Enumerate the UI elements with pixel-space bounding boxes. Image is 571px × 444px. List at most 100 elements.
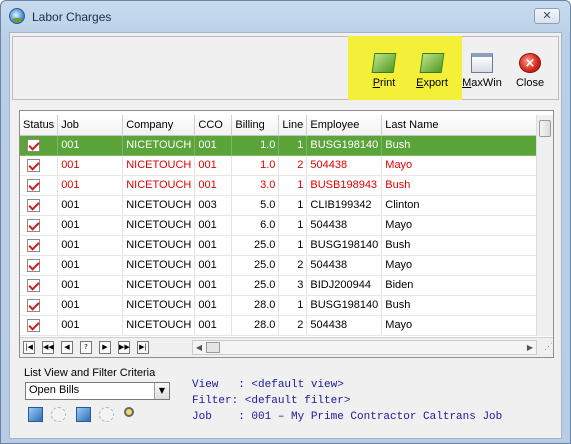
labor-charges-grid[interactable]: Status Job Company CCO Billing Line Employee La… — [19, 110, 554, 358]
employee-cell: BUSG198140 — [306, 135, 383, 156]
status-cell[interactable] — [20, 135, 59, 156]
employee-cell: BUSB198943 — [306, 175, 383, 196]
vertical-scrollbar[interactable] — [536, 115, 553, 336]
column-header-cco[interactable]: CCO — [194, 115, 233, 136]
last-name-cell: Biden — [381, 275, 549, 296]
column-header-company[interactable]: Company — [122, 115, 196, 136]
column-header-billing[interactable]: Billing — [231, 115, 280, 136]
last-name-cell: Mayo — [381, 215, 549, 236]
status-cell[interactable] — [20, 215, 59, 236]
employee-cell: BUSG198140 — [306, 235, 383, 256]
employee-cell: 504438 — [306, 215, 383, 236]
column-header-last-name[interactable]: Last Name — [381, 115, 549, 136]
company-cell: NICETOUCH — [122, 175, 196, 196]
column-header-employee[interactable]: Employee — [306, 115, 383, 136]
previous-page-button[interactable]: ◀◀ — [42, 341, 54, 354]
status-cell[interactable] — [20, 195, 59, 216]
edit-filter-icon[interactable] — [76, 407, 91, 422]
scroll-left-icon[interactable]: ◀ — [193, 341, 205, 354]
status-checkbox[interactable] — [27, 218, 40, 232]
status-cell[interactable] — [20, 255, 59, 276]
chevron-down-icon[interactable]: ▼ — [154, 383, 169, 399]
billing-cell: 3.0 — [231, 175, 280, 196]
status-cell[interactable] — [20, 295, 59, 316]
maxwin-button[interactable]: MaxWin — [459, 49, 505, 95]
status-checkbox[interactable] — [27, 178, 40, 192]
scroll-right-icon[interactable]: ▶ — [524, 341, 536, 354]
column-header-status[interactable]: Status — [20, 115, 59, 136]
last-name-cell: Bush — [381, 135, 549, 156]
cco-cell: 001 — [194, 315, 233, 336]
resize-grip-icon[interactable]: ⋰ — [537, 341, 553, 357]
status-checkbox[interactable] — [27, 238, 40, 252]
line-cell: 2 — [278, 155, 308, 176]
table-row[interactable]: 001 NICETOUCH 001 28.0 1 BUSG198140 Bush — [20, 295, 549, 316]
grid-navigation-bar: |◀ ◀◀ ◀? ▶ ▶▶ ▶| ◀ ▶ ⋰ — [20, 337, 553, 357]
table-row[interactable]: 001 NICETOUCH 001 25.0 1 BUSG198140 Bush — [20, 235, 549, 256]
edit-view-icon[interactable] — [28, 407, 43, 422]
status-checkbox[interactable] — [27, 318, 40, 332]
last-record-button[interactable]: ▶| — [137, 341, 149, 354]
window-close-button[interactable]: ✕ — [534, 8, 560, 24]
line-cell: 1 — [278, 295, 308, 316]
export-button[interactable]: Export — [409, 49, 455, 95]
company-cell: NICETOUCH — [122, 235, 196, 256]
billing-cell: 1.0 — [231, 155, 280, 176]
table-row[interactable]: 001 NICETOUCH 001 25.0 2 504438 Mayo — [20, 255, 549, 276]
status-checkbox[interactable] — [27, 198, 40, 212]
horizontal-scroll-thumb[interactable] — [206, 342, 220, 353]
print-button[interactable]: Print — [361, 49, 407, 95]
title-bar[interactable]: Labor Charges ✕ — [1, 1, 570, 33]
close-button[interactable]: × Close — [507, 49, 553, 95]
status-cell[interactable] — [20, 155, 59, 176]
table-row[interactable]: 001 NICETOUCH 001 1.0 2 504438 Mayo — [20, 155, 549, 176]
job-cell: 001 — [57, 295, 124, 316]
help-button[interactable]: ? — [80, 341, 92, 354]
status-checkbox[interactable] — [27, 158, 40, 172]
employee-cell: 504438 — [306, 155, 383, 176]
grid-header-row: Status Job Company CCO Billing Line Employee La… — [20, 115, 549, 136]
cco-cell: 001 — [194, 175, 233, 196]
status-checkbox[interactable] — [27, 258, 40, 272]
last-name-cell: Mayo — [381, 155, 549, 176]
view-filter-info: View : <default view> Filter: <default fi… — [192, 377, 502, 425]
billing-cell: 28.0 — [231, 295, 280, 316]
list-view-label: List View and Filter Criteria — [24, 367, 156, 379]
refresh-view-icon[interactable] — [51, 407, 66, 422]
table-row[interactable]: 001 NICETOUCH 001 1.0 1 BUSG198140 Bush — [20, 135, 549, 156]
horizontal-scrollbar[interactable]: ◀ ▶ — [192, 340, 537, 355]
app-globe-icon — [9, 8, 25, 24]
billing-cell: 25.0 — [231, 235, 280, 256]
labor-charges-window: Labor Charges ✕ Print Export MaxWin × Cl… — [0, 0, 571, 444]
status-checkbox[interactable] — [27, 278, 40, 292]
search-icon[interactable] — [124, 407, 134, 417]
status-cell[interactable] — [20, 175, 59, 196]
refresh-filter-icon[interactable] — [99, 407, 114, 422]
next-page-button[interactable]: ▶▶ — [118, 341, 130, 354]
status-cell[interactable] — [20, 235, 59, 256]
table-row[interactable]: 001 NICETOUCH 001 3.0 1 BUSB198943 Bush — [20, 175, 549, 196]
list-view-select[interactable]: Open Bills ▼ — [25, 382, 170, 400]
vertical-scroll-thumb[interactable] — [539, 120, 551, 137]
first-record-button[interactable]: |◀ — [23, 341, 35, 354]
view-info: View : <default view> — [192, 379, 344, 391]
table-row[interactable]: 001 NICETOUCH 003 5.0 1 CLIB199342 Clinton — [20, 195, 549, 216]
cco-cell: 001 — [194, 215, 233, 236]
next-record-button[interactable]: ▶ — [99, 341, 111, 354]
company-cell: NICETOUCH — [122, 155, 196, 176]
previous-record-button[interactable]: ◀ — [61, 341, 73, 354]
job-cell: 001 — [57, 155, 124, 176]
status-cell[interactable] — [20, 315, 59, 336]
status-checkbox[interactable] — [27, 138, 40, 152]
status-checkbox[interactable] — [27, 298, 40, 312]
table-row[interactable]: 001 NICETOUCH 001 28.0 2 504438 Mayo — [20, 315, 549, 336]
job-cell: 001 — [57, 235, 124, 256]
line-cell: 2 — [278, 315, 308, 336]
status-cell[interactable] — [20, 275, 59, 296]
column-header-job[interactable]: Job — [57, 115, 124, 136]
table-row[interactable]: 001 NICETOUCH 001 6.0 1 504438 Mayo — [20, 215, 549, 236]
table-row[interactable]: 001 NICETOUCH 001 25.0 3 BIDJ200944 Biden — [20, 275, 549, 296]
window-title: Labor Charges — [32, 10, 112, 24]
last-name-cell: Bush — [381, 175, 549, 196]
column-header-line[interactable]: Line — [278, 115, 308, 136]
